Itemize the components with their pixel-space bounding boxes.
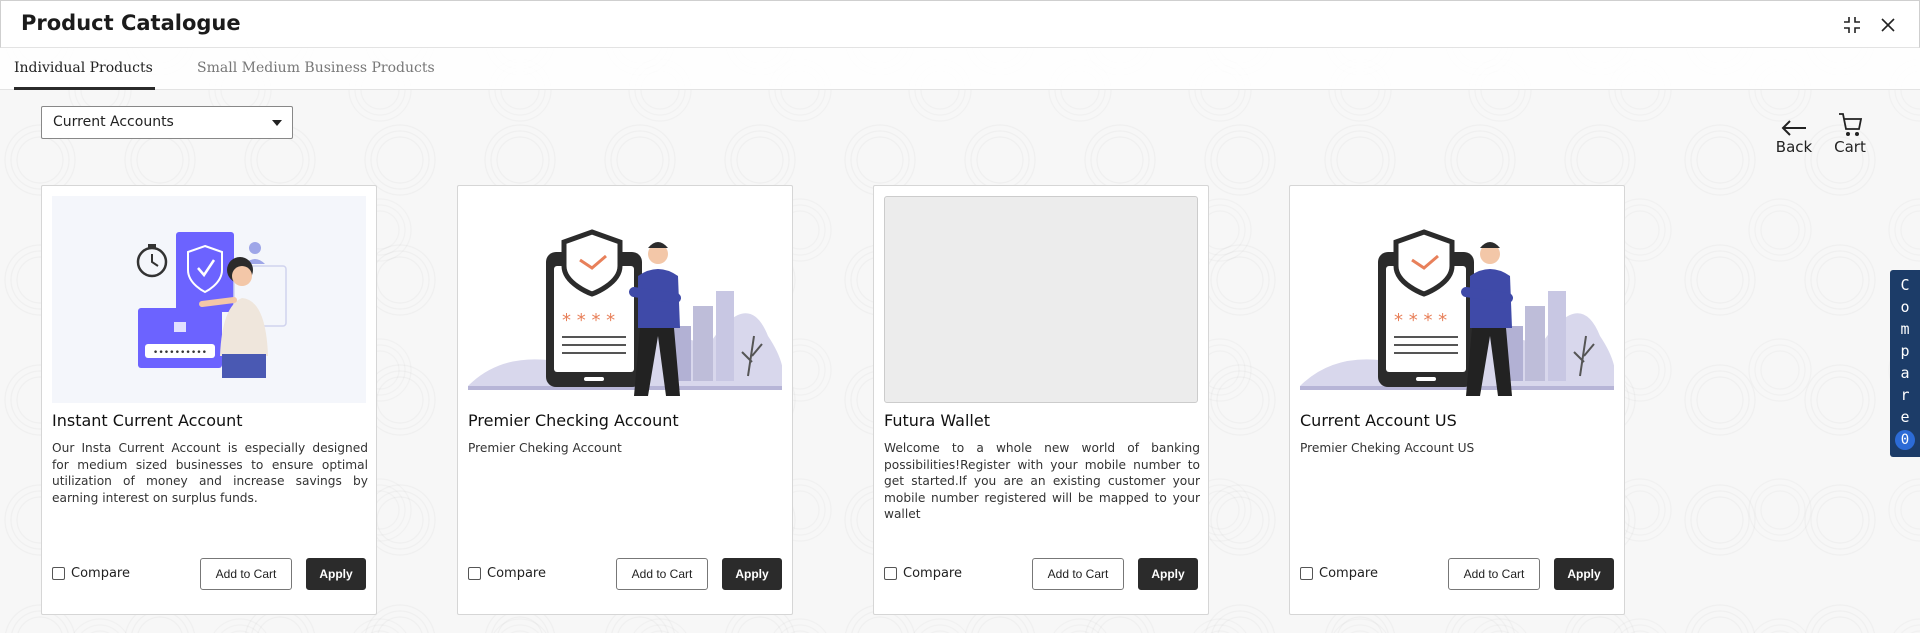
card-actions: Compare Add to Cart Apply [1300,558,1614,590]
apply-button[interactable]: Apply [1554,558,1614,590]
category-select[interactable]: Current Accounts [41,106,293,139]
card-title: Current Account US [1300,411,1457,430]
compare-label: Compare [487,566,546,581]
checkbox-icon [468,567,481,580]
card-title: Futura Wallet [884,411,990,430]
security-illustration: •••••••••• [52,196,366,403]
collapse-icon[interactable] [1841,14,1863,36]
arrow-left-icon [1769,108,1819,138]
card-description: Our Insta Current Account is especially … [52,441,368,505]
card-description: Welcome to a whole new world of banking … [884,441,1200,521]
card-title: Instant Current Account [52,411,243,430]
card-actions: Compare Add to Cart Apply [884,558,1198,590]
compare-checkbox[interactable]: Compare [52,566,130,581]
apply-button[interactable]: Apply [306,558,366,590]
card-actions: Compare Add to Cart Apply [468,558,782,590]
cart-icon [1825,108,1875,138]
tab-small-medium-business-products[interactable]: Small Medium Business Products [197,48,435,90]
product-card: * * * * Current Account US Premier Cheki… [1289,185,1625,615]
card-description: Premier Cheking Account [468,441,622,455]
header-actions [1841,14,1899,36]
compare-checkbox[interactable]: Compare [1300,566,1378,581]
compare-tab-letter: a [1900,364,1910,382]
apply-button[interactable]: Apply [1138,558,1198,590]
compare-drawer-tab[interactable]: C o m p a r e 0 [1890,270,1920,457]
back-button[interactable]: Back [1769,108,1819,156]
product-card: Futura Wallet Welcome to a whole new wor… [873,185,1209,615]
add-to-cart-button[interactable]: Add to Cart [616,558,708,590]
apply-button[interactable]: Apply [722,558,782,590]
compare-tab-letter: r [1900,386,1910,404]
cart-label: Cart [1834,138,1866,156]
add-to-cart-button[interactable]: Add to Cart [200,558,292,590]
shield-phone-illustration: * * * * [1300,196,1614,403]
category-select-value: Current Accounts [53,114,174,130]
checkbox-icon [1300,567,1313,580]
compare-tab-letter: C [1900,276,1910,294]
svg-text:* * * *: * * * * [562,310,615,331]
close-icon[interactable] [1877,14,1899,36]
compare-checkbox[interactable]: Compare [468,566,546,581]
svg-text:••••••••••: •••••••••• [153,348,207,358]
add-to-cart-button[interactable]: Add to Cart [1032,558,1124,590]
tab-label: Individual Products [14,60,153,76]
compare-tab-letter: m [1900,320,1910,338]
checkbox-icon [52,567,65,580]
card-title: Premier Checking Account [468,411,679,430]
cart-button[interactable]: Cart [1825,108,1875,156]
compare-checkbox[interactable]: Compare [884,566,962,581]
header-bar: Product Catalogue [0,0,1920,48]
shield-phone-illustration: * * * * [468,196,782,403]
image-placeholder [884,196,1198,403]
page-title: Product Catalogue [21,11,241,35]
card-actions: Compare Add to Cart Apply [52,558,366,590]
compare-tab-letter: o [1900,298,1910,316]
add-to-cart-button[interactable]: Add to Cart [1448,558,1540,590]
compare-label: Compare [71,566,130,581]
compare-label: Compare [903,566,962,581]
compare-count-badge: 0 [1895,430,1915,450]
back-label: Back [1775,138,1813,156]
product-card: * * * * Premier Checking Account Premier… [457,185,793,615]
compare-tab-letter: p [1900,342,1910,360]
svg-text:* * * *: * * * * [1394,310,1447,331]
card-description: Premier Cheking Account US [1300,441,1475,455]
product-card: •••••••••• Instant Current Account Our I… [41,185,377,615]
tab-individual-products[interactable]: Individual Products [14,48,155,90]
compare-label: Compare [1319,566,1378,581]
checkbox-icon [884,567,897,580]
tab-label: Small Medium Business Products [197,60,435,76]
compare-tab-letter: e [1900,408,1910,426]
chevron-down-icon [272,120,282,126]
product-tabs: Individual Products Small Medium Busines… [0,48,1920,90]
